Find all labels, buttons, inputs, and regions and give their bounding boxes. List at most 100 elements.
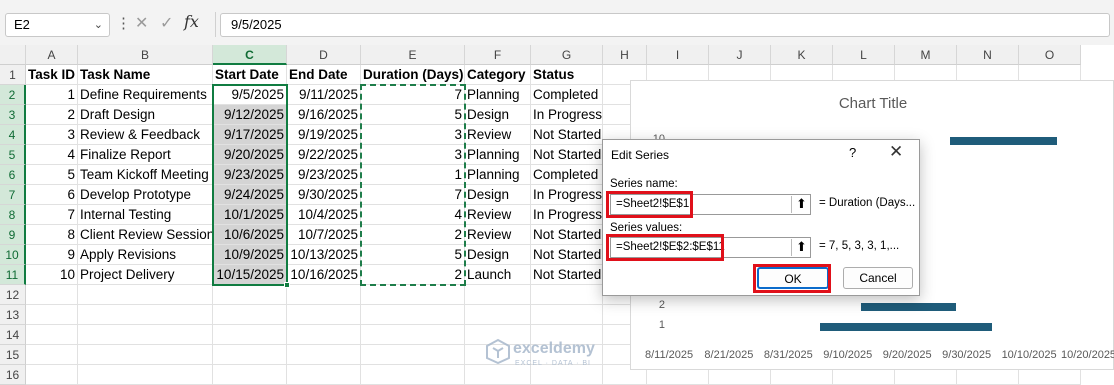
table-cell[interactable]: 8 xyxy=(26,225,78,245)
empty-cell[interactable] xyxy=(531,305,603,325)
fx-icon[interactable]: fx xyxy=(184,12,199,31)
table-cell[interactable]: Design xyxy=(465,185,531,205)
table-cell[interactable]: Design xyxy=(465,105,531,125)
row-header-5[interactable]: 5 xyxy=(0,145,26,165)
table-cell[interactable]: 10/7/2025 xyxy=(287,225,361,245)
table-cell[interactable]: Finalize Report xyxy=(78,145,213,165)
column-header-f[interactable]: F xyxy=(465,45,531,65)
table-cell[interactable]: 1 xyxy=(361,165,465,185)
empty-cell[interactable] xyxy=(361,285,465,305)
row-header-12[interactable]: 12 xyxy=(0,285,26,305)
empty-cell[interactable] xyxy=(361,365,465,385)
column-header-l[interactable]: L xyxy=(833,45,895,65)
table-cell[interactable]: 10 xyxy=(26,265,78,285)
table-cell[interactable]: Internal Testing xyxy=(78,205,213,225)
column-header-a[interactable]: A xyxy=(26,45,78,65)
empty-cell[interactable] xyxy=(78,305,213,325)
table-cell[interactable]: Completed xyxy=(531,165,603,185)
table-cell[interactable]: 9/23/2025 xyxy=(213,165,287,185)
table-cell[interactable]: 2 xyxy=(26,105,78,125)
table-cell[interactable]: 9/30/2025 xyxy=(287,185,361,205)
empty-cell[interactable] xyxy=(465,305,531,325)
table-cell[interactable]: 5 xyxy=(26,165,78,185)
table-cell[interactable]: 10/13/2025 xyxy=(287,245,361,265)
table-cell[interactable]: 9/22/2025 xyxy=(287,145,361,165)
table-cell[interactable]: 10/6/2025 xyxy=(213,225,287,245)
table-cell[interactable]: Not Started xyxy=(531,225,603,245)
table-cell[interactable]: Not Started xyxy=(531,265,603,285)
empty-cell[interactable] xyxy=(213,325,287,345)
column-header-c[interactable]: C xyxy=(213,45,287,65)
empty-cell[interactable] xyxy=(531,285,603,305)
table-cell[interactable]: 3 xyxy=(26,125,78,145)
header-cell[interactable]: Task Name xyxy=(78,65,213,85)
column-header-b[interactable]: B xyxy=(78,45,213,65)
table-cell[interactable]: 5 xyxy=(361,105,465,125)
column-header-i[interactable]: I xyxy=(647,45,709,65)
table-cell[interactable]: 7 xyxy=(361,85,465,105)
table-cell[interactable]: Planning xyxy=(465,165,531,185)
close-icon[interactable]: ✕ xyxy=(889,142,903,162)
table-cell[interactable]: 2 xyxy=(361,265,465,285)
column-header-d[interactable]: D xyxy=(287,45,361,65)
empty-cell[interactable] xyxy=(531,365,603,385)
empty-cell[interactable] xyxy=(78,325,213,345)
table-cell[interactable]: 9/23/2025 xyxy=(287,165,361,185)
row-header-2[interactable]: 2 xyxy=(0,85,26,105)
column-header-h[interactable]: H xyxy=(603,45,647,65)
table-cell[interactable]: 5 xyxy=(361,245,465,265)
table-cell[interactable]: 9/20/2025 xyxy=(213,145,287,165)
empty-cell[interactable] xyxy=(213,345,287,365)
header-cell[interactable]: Task ID xyxy=(26,65,78,85)
table-cell[interactable]: In Progress xyxy=(531,205,603,225)
column-header-g[interactable]: G xyxy=(531,45,603,65)
empty-cell[interactable] xyxy=(213,365,287,385)
column-header-n[interactable]: N xyxy=(957,45,1019,65)
table-cell[interactable]: Develop Prototype xyxy=(78,185,213,205)
table-cell[interactable]: Not Started xyxy=(531,145,603,165)
table-cell[interactable]: Completed xyxy=(531,85,603,105)
table-cell[interactable]: Draft Design xyxy=(78,105,213,125)
table-cell[interactable]: 10/9/2025 xyxy=(213,245,287,265)
empty-cell[interactable] xyxy=(26,365,78,385)
empty-cell[interactable] xyxy=(287,305,361,325)
row-header-9[interactable]: 9 xyxy=(0,225,26,245)
row-header-10[interactable]: 10 xyxy=(0,245,26,265)
table-cell[interactable]: 1 xyxy=(26,85,78,105)
row-header-8[interactable]: 8 xyxy=(0,205,26,225)
chart-bar-2[interactable] xyxy=(861,303,957,311)
empty-cell[interactable] xyxy=(78,365,213,385)
help-icon[interactable]: ? xyxy=(849,145,856,160)
row-header-6[interactable]: 6 xyxy=(0,165,26,185)
table-cell[interactable]: 10/4/2025 xyxy=(287,205,361,225)
table-cell[interactable]: 4 xyxy=(361,205,465,225)
table-cell[interactable]: In Progress xyxy=(531,185,603,205)
table-cell[interactable]: Launch xyxy=(465,265,531,285)
empty-cell[interactable] xyxy=(78,345,213,365)
column-header-j[interactable]: J xyxy=(709,45,771,65)
table-cell[interactable]: Client Review Session xyxy=(78,225,213,245)
empty-cell[interactable] xyxy=(465,365,531,385)
table-cell[interactable]: 7 xyxy=(26,205,78,225)
table-cell[interactable]: 10/1/2025 xyxy=(213,205,287,225)
row-header-16[interactable]: 16 xyxy=(0,365,26,385)
table-cell[interactable]: 7 xyxy=(361,185,465,205)
table-cell[interactable]: Planning xyxy=(465,145,531,165)
table-cell[interactable]: 9/17/2025 xyxy=(213,125,287,145)
x-icon[interactable]: ✕ xyxy=(135,13,148,33)
row-header-1[interactable]: 1 xyxy=(0,65,26,85)
empty-cell[interactable] xyxy=(26,325,78,345)
table-cell[interactable]: Not Started xyxy=(531,245,603,265)
empty-cell[interactable] xyxy=(361,325,465,345)
vertical-dots-icon[interactable]: ⋮ xyxy=(116,14,131,32)
table-cell[interactable]: 2 xyxy=(361,225,465,245)
row-header-3[interactable]: 3 xyxy=(0,105,26,125)
column-header-m[interactable]: M xyxy=(895,45,957,65)
empty-cell[interactable] xyxy=(465,285,531,305)
empty-cell[interactable] xyxy=(287,345,361,365)
header-cell[interactable]: Duration (Days) xyxy=(361,65,465,85)
select-all-corner[interactable] xyxy=(0,45,26,65)
chevron-down-icon[interactable]: ⌄ xyxy=(94,14,103,36)
empty-cell[interactable] xyxy=(287,365,361,385)
table-cell[interactable]: 9/12/2025 xyxy=(213,105,287,125)
